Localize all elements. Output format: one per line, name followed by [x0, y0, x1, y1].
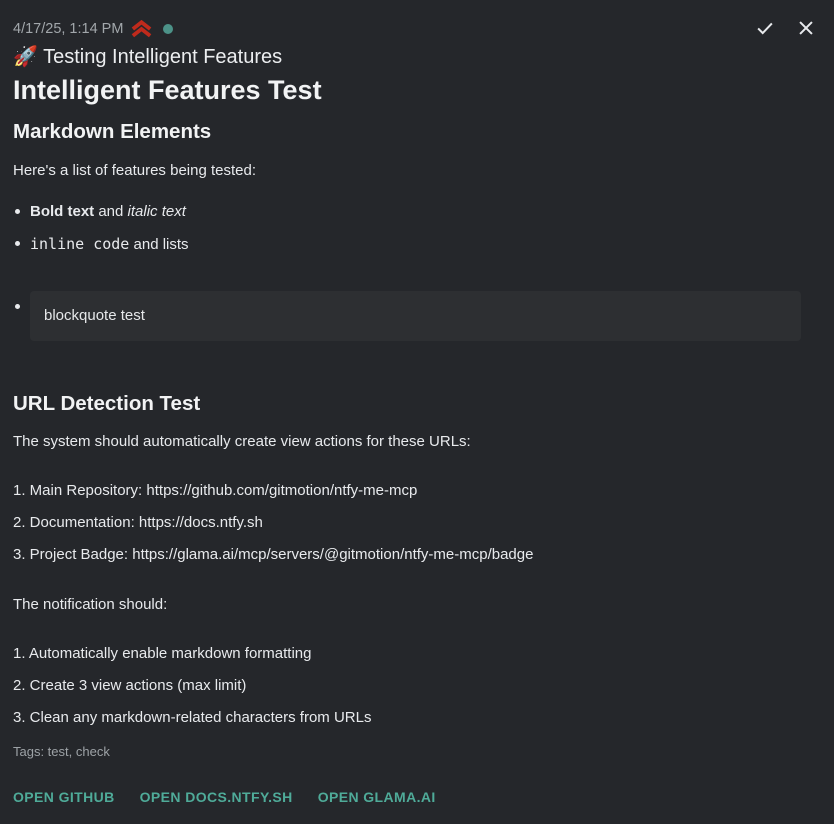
tags-label: Tags: test, check: [13, 744, 821, 760]
close-icon: [795, 17, 817, 42]
url-detection-heading: URL Detection Test: [13, 391, 821, 417]
behavior-item: 3. Clean any markdown-related characters…: [13, 702, 821, 734]
markdown-elements-heading: Markdown Elements: [13, 119, 821, 145]
timestamp: 4/17/25, 1:14 PM: [13, 21, 123, 37]
features-intro-text: Here's a list of features being tested:: [13, 162, 821, 180]
notification-card: 4/17/25, 1:14 PM 🚀 Testing Intell: [0, 0, 834, 824]
behavior-intro-text: The notification should:: [13, 596, 821, 614]
behavior-item: 2. Create 3 view actions (max limit): [13, 670, 821, 702]
message-heading: Intelligent Features Test: [13, 75, 821, 105]
unread-dot-icon: [163, 24, 173, 34]
delete-button[interactable]: [793, 15, 819, 44]
behavior-list: 1. Automatically enable markdown formatt…: [13, 638, 821, 734]
url-item: 2. Documentation: https://docs.ntfy.sh: [13, 507, 821, 539]
url-item: 1. Main Repository: https://github.com/g…: [13, 475, 821, 507]
priority-high-icon: [130, 20, 153, 38]
url-list: 1. Main Repository: https://github.com/g…: [13, 475, 821, 571]
features-list: Bold text and italic text inline code an…: [13, 196, 821, 341]
notification-title: 🚀 Testing Intelligent Features: [13, 45, 821, 70]
open-github-button[interactable]: OPEN GITHUB: [13, 787, 115, 807]
view-actions-row: OPEN GITHUB OPEN DOCS.NTFY.SH OPEN GLAMA…: [13, 787, 821, 807]
bold-text: Bold text: [30, 203, 94, 220]
notification-actions: [752, 15, 819, 44]
open-glama-button[interactable]: OPEN GLAMA.AI: [318, 787, 436, 807]
behavior-item: 1. Automatically enable markdown formatt…: [13, 638, 821, 670]
check-icon: [754, 17, 776, 42]
plain-text: and lists: [129, 236, 188, 253]
italic-text: italic text: [128, 203, 186, 220]
list-item-bold-italic: Bold text and italic text: [13, 196, 821, 228]
blockquote: blockquote test: [30, 291, 801, 341]
url-item: 3. Project Badge: https://glama.ai/mcp/s…: [13, 539, 821, 571]
list-item-blockquote: blockquote test: [13, 291, 821, 341]
notification-meta-row: 4/17/25, 1:14 PM: [13, 0, 821, 38]
list-item-inline-code: inline code and lists: [13, 228, 821, 261]
open-docs-button[interactable]: OPEN DOCS.NTFY.SH: [140, 787, 293, 807]
url-intro-text: The system should automatically create v…: [13, 433, 821, 451]
inline-code-text: inline code: [30, 235, 129, 253]
plain-text: and: [94, 203, 127, 220]
mark-read-button[interactable]: [752, 15, 778, 44]
